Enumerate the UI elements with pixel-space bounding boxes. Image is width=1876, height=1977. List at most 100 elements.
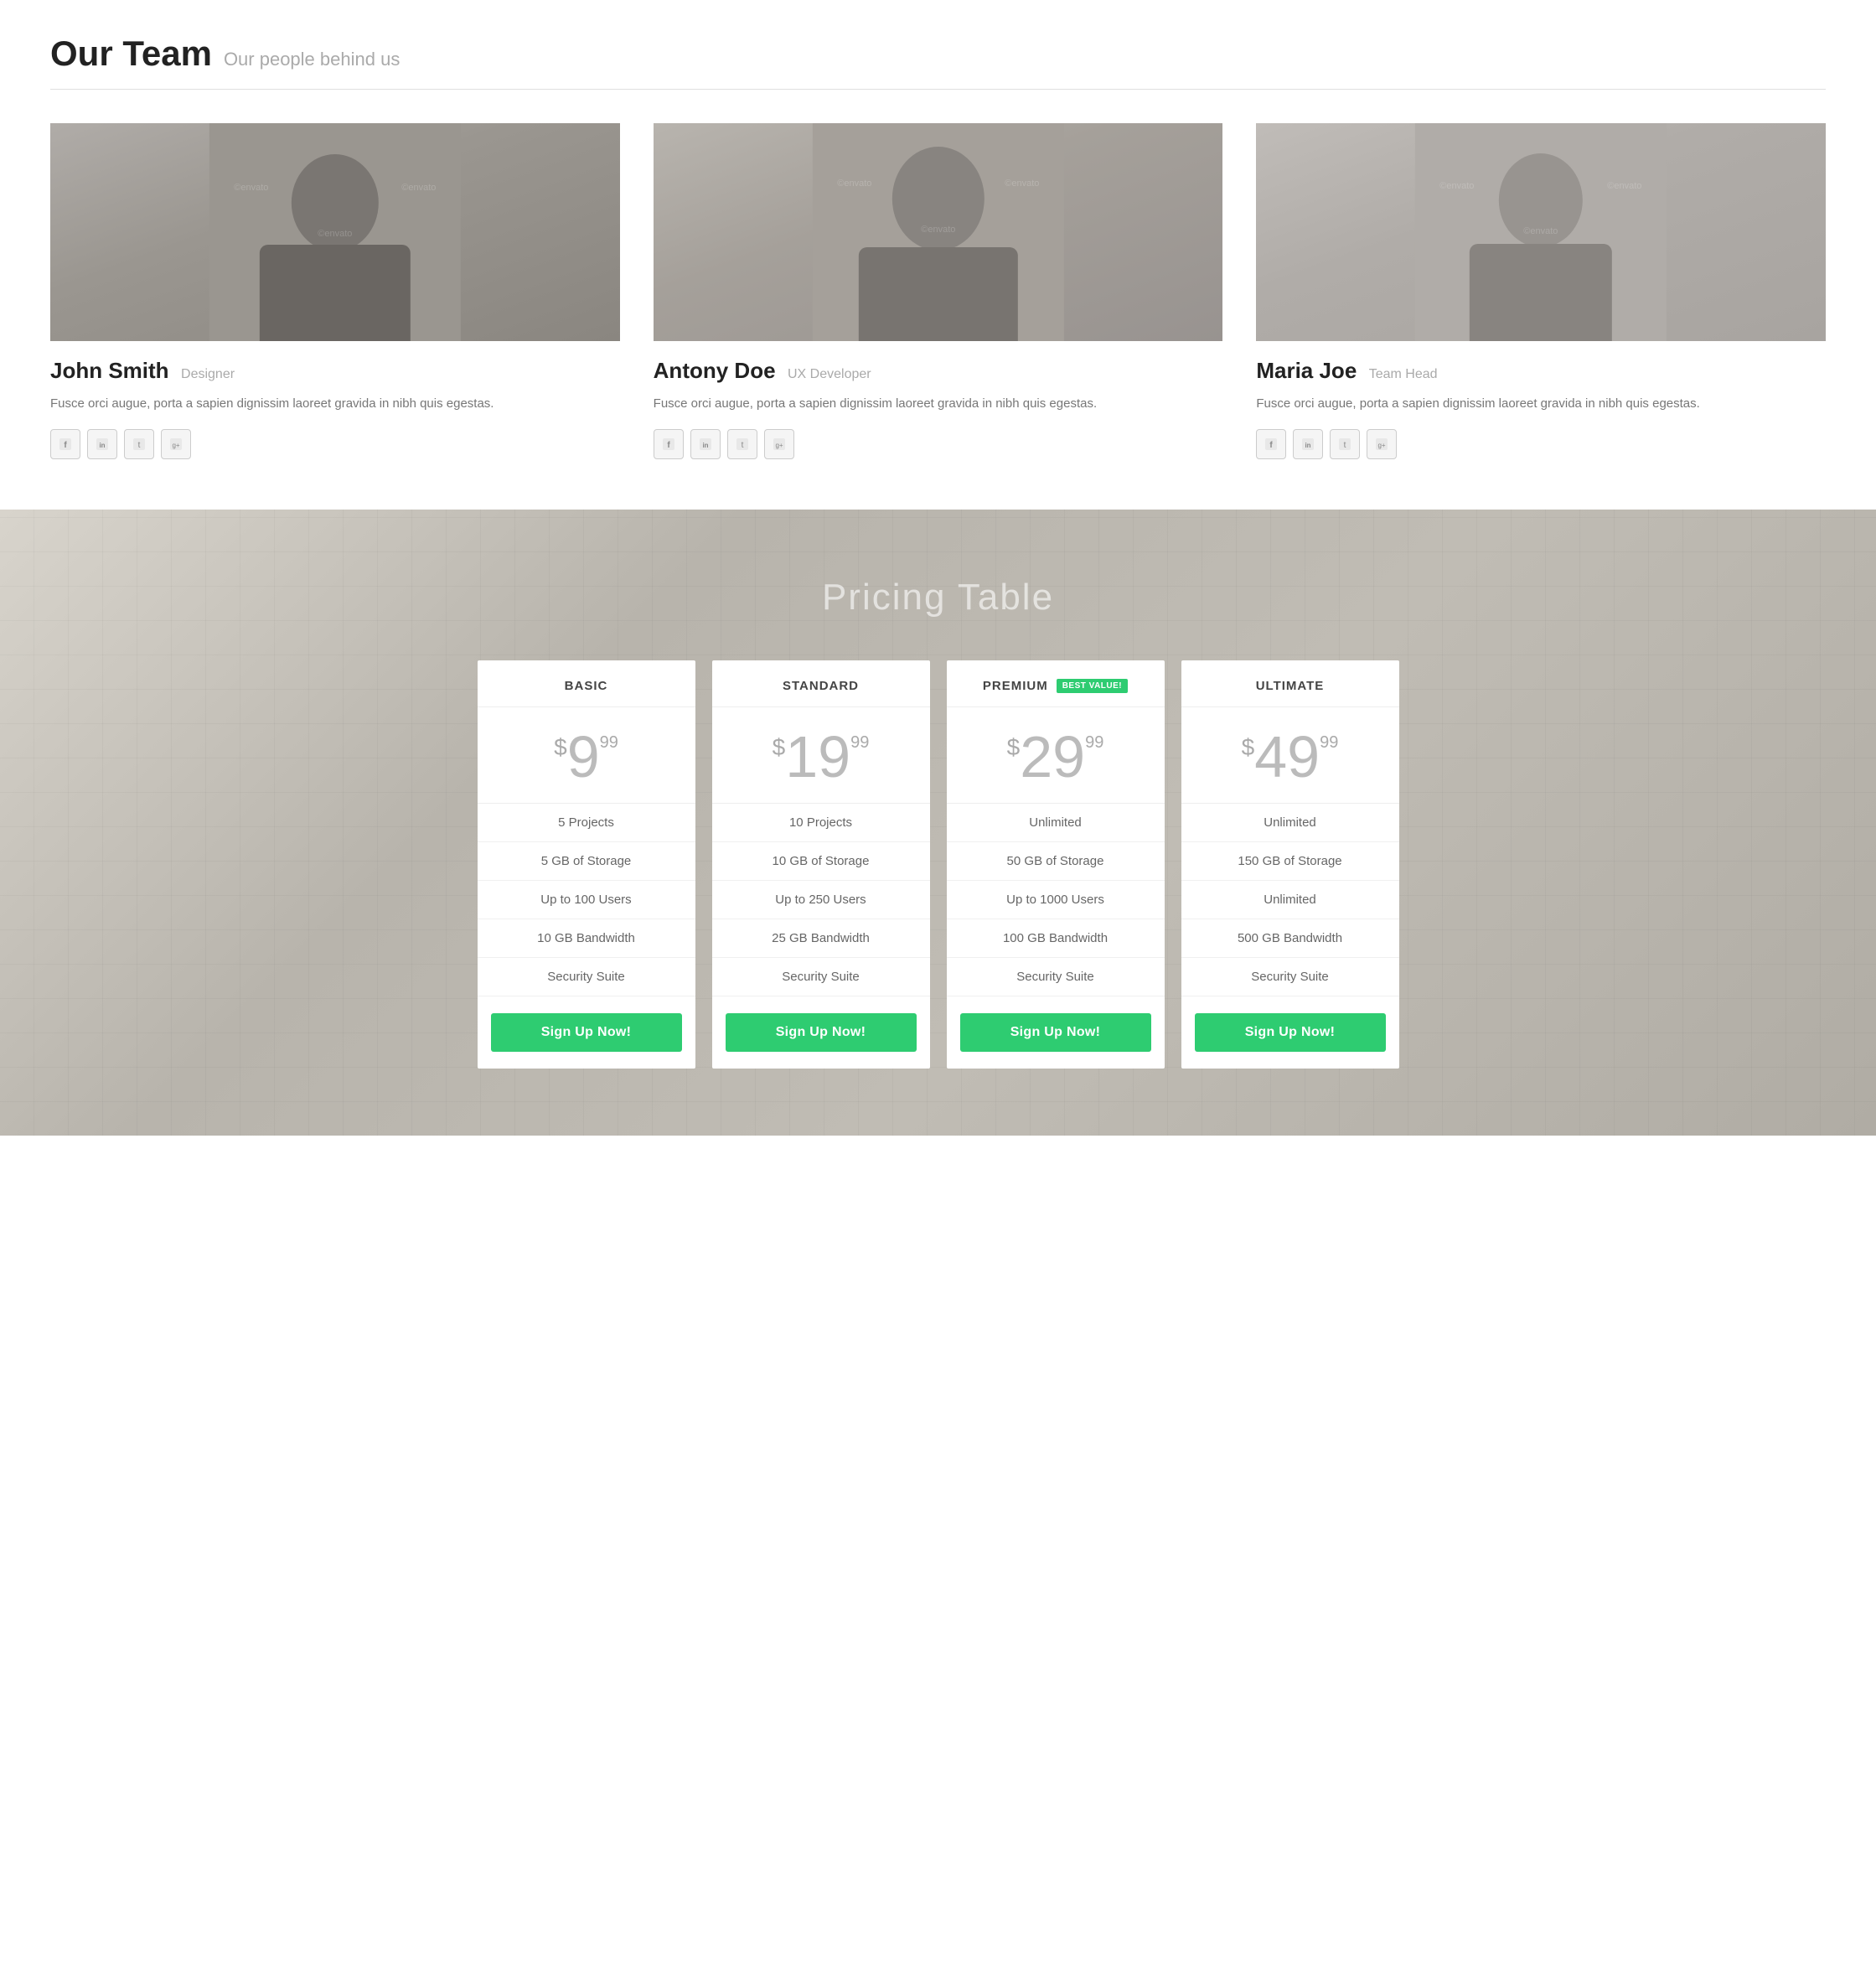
pricing-price-premium: $ 29 99 xyxy=(947,707,1165,804)
pricing-card-standard: STANDARD $ 19 99 10 Projects 10 GB of St… xyxy=(712,660,930,1069)
googleplus-icon-1[interactable]: g+ xyxy=(161,429,191,459)
team-card-1: ©envato ©envato ©envato John Smith Desig… xyxy=(50,123,620,459)
pricing-card-basic: BASIC $ 9 99 5 Projects 5 GB of Storage … xyxy=(478,660,695,1069)
svg-text:g+: g+ xyxy=(1378,442,1386,449)
team-member-name-2: Antony Doe xyxy=(654,358,776,383)
pricing-tier-basic: BASIC xyxy=(478,660,695,707)
pricing-tier-premium: PREMIUM BEST VALUE! xyxy=(947,660,1165,707)
svg-text:in: in xyxy=(99,442,105,449)
team-name-row-1: John Smith Designer xyxy=(50,358,620,384)
linkedin-icon-2[interactable]: in xyxy=(690,429,721,459)
svg-text:in: in xyxy=(702,442,708,449)
team-member-bio-1: Fusce orci augue, porta a sapien digniss… xyxy=(50,394,620,414)
facebook-icon-1[interactable]: f xyxy=(50,429,80,459)
pricing-feature-basic-0: 5 Projects xyxy=(478,804,695,842)
social-icons-1: f in t g+ xyxy=(50,429,620,459)
linkedin-icon-1[interactable]: in xyxy=(87,429,117,459)
svg-text:in: in xyxy=(1305,442,1311,449)
signup-button-premium[interactable]: Sign Up Now! xyxy=(960,1013,1151,1052)
price-cents-ultimate: 99 xyxy=(1320,734,1338,751)
best-value-badge: BEST VALUE! xyxy=(1057,679,1128,693)
pricing-feature-ultimate-2: Unlimited xyxy=(1181,881,1399,919)
svg-text:©envato: ©envato xyxy=(318,229,352,239)
pricing-tier-standard: STANDARD xyxy=(712,660,930,707)
team-photo-1: ©envato ©envato ©envato xyxy=(50,123,620,341)
pricing-cta-basic: Sign Up Now! xyxy=(478,996,695,1069)
pricing-feature-premium-2: Up to 1000 Users xyxy=(947,881,1165,919)
price-cents-premium: 99 xyxy=(1085,734,1103,751)
pricing-feature-premium-3: 100 GB Bandwidth xyxy=(947,919,1165,958)
price-main-ultimate: 49 xyxy=(1254,727,1320,786)
svg-text:g+: g+ xyxy=(172,442,179,449)
team-name-row-2: Antony Doe UX Developer xyxy=(654,358,1223,384)
pricing-tier-ultimate: ULTIMATE xyxy=(1181,660,1399,707)
team-member-bio-3: Fusce orci augue, porta a sapien digniss… xyxy=(1256,394,1826,414)
team-member-role-3: Team Head xyxy=(1369,367,1438,381)
twitter-icon-1[interactable]: t xyxy=(124,429,154,459)
googleplus-icon-3[interactable]: g+ xyxy=(1367,429,1397,459)
pricing-feature-basic-3: 10 GB Bandwidth xyxy=(478,919,695,958)
pricing-feature-ultimate-4: Security Suite xyxy=(1181,958,1399,996)
svg-text:t: t xyxy=(741,441,743,450)
pricing-cta-premium: Sign Up Now! xyxy=(947,996,1165,1069)
team-name-row-3: Maria Joe Team Head xyxy=(1256,358,1826,384)
svg-text:©envato: ©envato xyxy=(1440,181,1475,191)
pricing-price-ultimate: $ 49 99 xyxy=(1181,707,1399,804)
social-icons-2: f in t g+ xyxy=(654,429,1223,459)
facebook-icon-3[interactable]: f xyxy=(1256,429,1286,459)
svg-text:©envato: ©envato xyxy=(401,183,436,193)
twitter-icon-3[interactable]: t xyxy=(1330,429,1360,459)
pricing-card-premium: PREMIUM BEST VALUE! $ 29 99 Unlimited 50… xyxy=(947,660,1165,1069)
signup-button-basic[interactable]: Sign Up Now! xyxy=(491,1013,682,1052)
team-subtitle: Our people behind us xyxy=(224,49,400,70)
pricing-feature-basic-1: 5 GB of Storage xyxy=(478,842,695,881)
team-photo-2: ©envato ©envato ©envato xyxy=(654,123,1223,341)
pricing-feature-standard-4: Security Suite xyxy=(712,958,930,996)
price-main-basic: 9 xyxy=(567,727,600,786)
social-icons-3: f in t g+ xyxy=(1256,429,1826,459)
price-main-premium: 29 xyxy=(1020,727,1085,786)
svg-text:©envato: ©envato xyxy=(1608,181,1642,191)
pricing-feature-basic-4: Security Suite xyxy=(478,958,695,996)
pricing-feature-standard-2: Up to 250 Users xyxy=(712,881,930,919)
team-section: Our Team Our people behind us ©envato ©e… xyxy=(0,0,1876,510)
team-title: Our Team xyxy=(50,34,212,74)
price-dollar-premium: $ xyxy=(1007,736,1021,759)
pricing-content: Pricing Table BASIC $ 9 99 5 Projects 5 … xyxy=(50,577,1826,1069)
team-photo-3: ©envato ©envato ©envato xyxy=(1256,123,1826,341)
svg-text:©envato: ©envato xyxy=(1005,179,1039,189)
pricing-cta-standard: Sign Up Now! xyxy=(712,996,930,1069)
pricing-feature-ultimate-3: 500 GB Bandwidth xyxy=(1181,919,1399,958)
pricing-feature-standard-0: 10 Projects xyxy=(712,804,930,842)
facebook-icon-2[interactable]: f xyxy=(654,429,684,459)
team-card-3: ©envato ©envato ©envato Maria Joe Team H… xyxy=(1256,123,1826,459)
price-cents-standard: 99 xyxy=(850,734,869,751)
team-member-role-1: Designer xyxy=(181,367,235,381)
twitter-icon-2[interactable]: t xyxy=(727,429,757,459)
price-dollar-basic: $ xyxy=(554,736,567,759)
svg-text:t: t xyxy=(1344,441,1346,450)
team-card-2: ©envato ©envato ©envato Antony Doe UX De… xyxy=(654,123,1223,459)
pricing-feature-ultimate-0: Unlimited xyxy=(1181,804,1399,842)
pricing-feature-ultimate-1: 150 GB of Storage xyxy=(1181,842,1399,881)
pricing-price-basic: $ 9 99 xyxy=(478,707,695,804)
team-member-name-3: Maria Joe xyxy=(1256,358,1357,383)
googleplus-icon-2[interactable]: g+ xyxy=(764,429,794,459)
team-grid: ©envato ©envato ©envato John Smith Desig… xyxy=(50,123,1826,459)
price-dollar-standard: $ xyxy=(773,736,786,759)
price-dollar-ultimate: $ xyxy=(1242,736,1255,759)
team-member-name-1: John Smith xyxy=(50,358,169,383)
signup-button-standard[interactable]: Sign Up Now! xyxy=(726,1013,917,1052)
svg-text:©envato: ©envato xyxy=(921,225,955,235)
signup-button-ultimate[interactable]: Sign Up Now! xyxy=(1195,1013,1386,1052)
linkedin-icon-3[interactable]: in xyxy=(1293,429,1323,459)
svg-text:©envato: ©envato xyxy=(234,183,268,193)
pricing-cta-ultimate: Sign Up Now! xyxy=(1181,996,1399,1069)
team-section-header: Our Team Our people behind us xyxy=(50,34,1826,90)
pricing-grid: BASIC $ 9 99 5 Projects 5 GB of Storage … xyxy=(478,660,1399,1069)
pricing-feature-premium-4: Security Suite xyxy=(947,958,1165,996)
pricing-feature-premium-0: Unlimited xyxy=(947,804,1165,842)
price-main-standard: 19 xyxy=(785,727,850,786)
pricing-card-ultimate: ULTIMATE $ 49 99 Unlimited 150 GB of Sto… xyxy=(1181,660,1399,1069)
team-member-role-2: UX Developer xyxy=(788,367,871,381)
